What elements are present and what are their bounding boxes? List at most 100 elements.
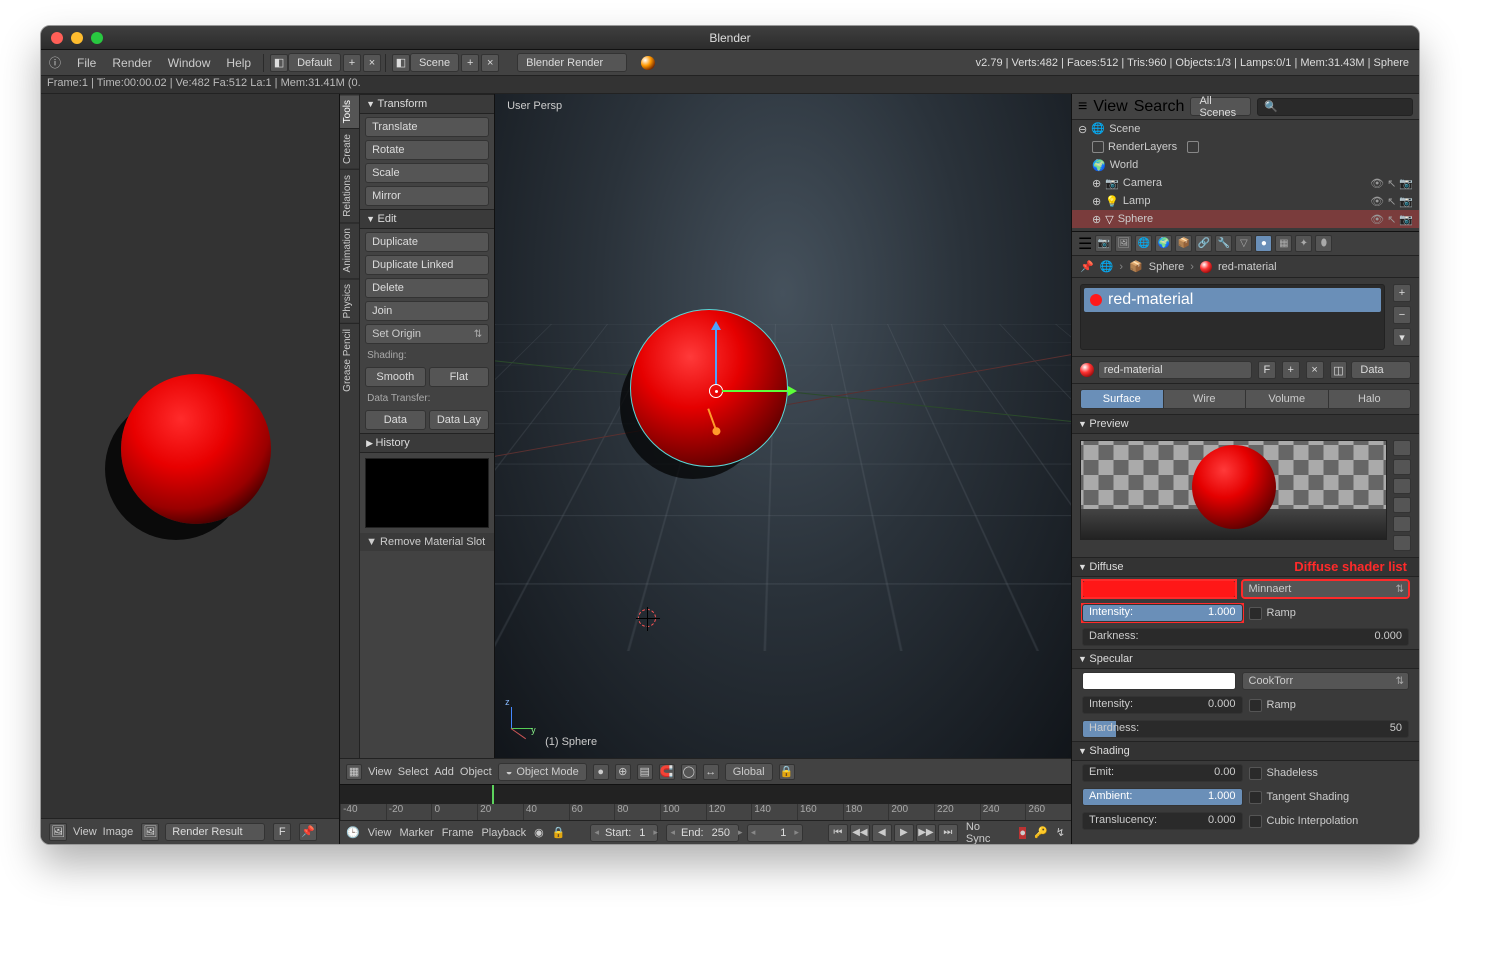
tab-render-icon[interactable]: 📷: [1095, 235, 1112, 252]
preview-type-flat-icon[interactable]: [1393, 440, 1411, 456]
type-surface[interactable]: Surface: [1081, 390, 1163, 408]
preview-type-cube-icon[interactable]: [1393, 478, 1411, 494]
diffuse-shader-dropdown[interactable]: Minnaert: [1242, 580, 1410, 598]
renderable-icon[interactable]: 📷: [1399, 195, 1413, 208]
cubic-interpolation-checkbox[interactable]: [1249, 815, 1262, 828]
timeline-ruler[interactable]: -40-200204060801001201401601802002202402…: [340, 804, 1071, 820]
keying-dropdown-icon[interactable]: 🔑: [1034, 826, 1048, 839]
jump-to-end-icon[interactable]: ⏭: [938, 824, 958, 842]
pin-icon[interactable]: 📌: [1080, 260, 1094, 273]
tab-texture-icon[interactable]: ▦: [1275, 235, 1292, 252]
outliner-filter-input[interactable]: [1257, 98, 1413, 116]
view3d-editor-type-icon[interactable]: ▦: [346, 764, 362, 780]
diffuse-color-swatch[interactable]: [1082, 580, 1236, 598]
zoom-window-icon[interactable]: [91, 32, 103, 44]
render-engine-dropdown[interactable]: Blender Render: [517, 53, 627, 72]
3d-viewport[interactable]: User Persp z y (1) Sphere: [495, 94, 1071, 758]
outliner-scene[interactable]: Scene: [1109, 123, 1140, 135]
diffuse-ramp-checkbox[interactable]: [1249, 607, 1262, 620]
tab-scene-icon[interactable]: 🌐: [1135, 235, 1152, 252]
tangent-shading-checkbox[interactable]: [1249, 791, 1262, 804]
panel-preview[interactable]: Preview: [1072, 414, 1419, 434]
material-name-field[interactable]: [1098, 361, 1252, 379]
tab-material-icon[interactable]: ●: [1255, 235, 1272, 252]
specular-hardness-field[interactable]: Hardness: 50: [1082, 720, 1409, 738]
diffuse-darkness-field[interactable]: Darkness: 0.000: [1082, 628, 1409, 646]
op-mirror[interactable]: Mirror: [365, 186, 489, 206]
preview-type-world-icon[interactable]: [1393, 535, 1411, 551]
panel-transform[interactable]: Transform: [360, 94, 494, 114]
outliner-display-mode-dropdown[interactable]: All Scenes: [1190, 97, 1251, 116]
unlink-material-button[interactable]: ×: [1306, 361, 1324, 379]
close-window-icon[interactable]: [51, 32, 63, 44]
bc-object-name[interactable]: Sphere: [1149, 261, 1184, 273]
selectable-icon[interactable]: ↖: [1387, 195, 1396, 208]
tab-world-icon[interactable]: 🌍: [1155, 235, 1172, 252]
tab-create[interactable]: Create: [340, 128, 359, 169]
tab-physics[interactable]: Physics: [340, 278, 359, 323]
transform-orientation-dropdown[interactable]: Global: [725, 763, 773, 781]
snap-icon[interactable]: 🧲: [659, 764, 675, 780]
panel-history[interactable]: History: [360, 433, 494, 453]
start-frame-field[interactable]: ◂Start:1▸: [590, 824, 658, 842]
tl-menu-frame[interactable]: Frame: [442, 827, 474, 839]
material-preview-icon[interactable]: [1080, 363, 1094, 377]
scene-dropdown[interactable]: Scene: [410, 53, 459, 72]
visibility-icon[interactable]: 👁: [1370, 177, 1384, 190]
add-material-slot-button[interactable]: +: [1393, 284, 1411, 302]
translucency-field[interactable]: Translucency: 0.000: [1082, 812, 1243, 830]
image-editor-type-icon[interactable]: 🖼: [49, 823, 67, 841]
preview-type-hair-icon[interactable]: [1393, 516, 1411, 532]
lock-camera-icon[interactable]: 🔒: [779, 764, 795, 780]
menu-window[interactable]: Window: [160, 53, 219, 73]
tab-renderlayers-icon[interactable]: 🖼: [1115, 235, 1132, 252]
nodes-icon[interactable]: ◫: [1330, 361, 1348, 379]
preview-type-monkey-icon[interactable]: [1393, 497, 1411, 513]
op-smooth[interactable]: Smooth: [365, 367, 426, 387]
outliner-lamp[interactable]: Lamp: [1123, 195, 1151, 207]
image-name-field[interactable]: [165, 823, 265, 841]
ambient-field[interactable]: Ambient: 1.000: [1082, 788, 1243, 806]
jump-next-key-icon[interactable]: ▶▶: [916, 824, 936, 842]
type-halo[interactable]: Halo: [1328, 390, 1411, 408]
play-reverse-icon[interactable]: ◀: [872, 824, 892, 842]
tab-physics-icon[interactable]: ⬮: [1315, 235, 1332, 252]
tab-animation[interactable]: Animation: [340, 222, 359, 277]
timeline-editor-type-icon[interactable]: 🕒: [346, 826, 360, 839]
scene-add-button[interactable]: +: [461, 54, 479, 72]
specular-intensity-field[interactable]: Intensity: 0.000: [1082, 696, 1243, 714]
vp-menu-object[interactable]: Object: [460, 766, 492, 778]
image-browse-icon[interactable]: 🖼: [141, 823, 159, 841]
material-link-dropdown[interactable]: Data: [1351, 361, 1411, 379]
screen-add-button[interactable]: +: [343, 54, 361, 72]
sync-mode-dropdown[interactable]: No Sync: [966, 821, 1004, 845]
outliner-world[interactable]: World: [1110, 159, 1139, 171]
outliner-editor-type-icon[interactable]: ≡: [1078, 98, 1087, 116]
menu-help[interactable]: Help: [218, 53, 259, 73]
type-volume[interactable]: Volume: [1245, 390, 1328, 408]
material-slot-item[interactable]: red-material: [1084, 288, 1381, 312]
viewport-shading-icon[interactable]: ●: [593, 764, 609, 780]
selectable-icon[interactable]: ↖: [1387, 177, 1396, 190]
remove-material-slot-button[interactable]: −: [1393, 306, 1411, 324]
auto-keyframe-icon[interactable]: ◉: [534, 826, 544, 839]
image-pin-icon[interactable]: 📌: [299, 823, 317, 841]
manipulator-toggle-icon[interactable]: ↔: [703, 764, 719, 780]
tab-data-icon[interactable]: ▽: [1235, 235, 1252, 252]
screen-remove-button[interactable]: ×: [363, 54, 381, 72]
renderable-icon[interactable]: 📷: [1399, 177, 1413, 190]
tab-grease[interactable]: Grease Pencil: [340, 323, 359, 397]
end-frame-field[interactable]: ◂End:250▸: [666, 824, 738, 842]
outliner-tree[interactable]: ⊖🌐Scene RenderLayers 🌍World ⊕📷Camera👁↖📷 …: [1072, 120, 1419, 232]
properties-editor-type-icon[interactable]: ☰: [1078, 234, 1092, 254]
scene-remove-button[interactable]: ×: [481, 54, 499, 72]
op-set-origin[interactable]: Set Origin: [365, 324, 489, 344]
image-menu-view[interactable]: View: [73, 826, 97, 838]
bc-material-name[interactable]: red-material: [1218, 261, 1277, 273]
visibility-icon[interactable]: 👁: [1370, 195, 1384, 208]
menu-file[interactable]: File: [69, 53, 104, 73]
emit-field[interactable]: Emit: 0.00: [1082, 764, 1243, 782]
material-slot-specials-button[interactable]: ▾: [1393, 328, 1411, 346]
current-frame-field[interactable]: ◂1▸: [747, 824, 803, 842]
screen-layout-dropdown[interactable]: Default: [288, 53, 341, 72]
